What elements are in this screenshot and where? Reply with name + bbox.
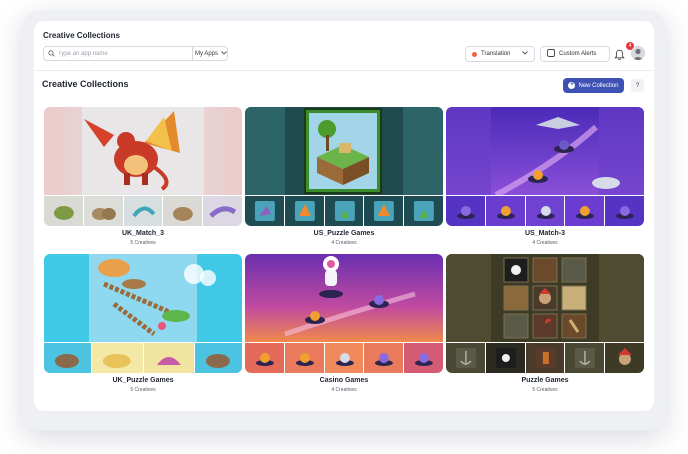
app-window: Creative Collections My Apps Translation (34, 21, 654, 411)
new-collection-button[interactable]: + New Collection (563, 78, 624, 93)
collection-count: 4 Creatives (532, 240, 558, 246)
creative-thumb[interactable] (525, 343, 565, 373)
dragon-artwork (44, 107, 242, 195)
translation-button[interactable]: Translation (465, 46, 535, 62)
collection-name: Casino Games (319, 377, 369, 384)
creative-strip (446, 196, 644, 226)
bridge-artwork (44, 254, 242, 342)
creative-thumb[interactable] (565, 343, 605, 373)
creative-thumb[interactable] (364, 196, 404, 226)
creative-thumb[interactable] (203, 196, 242, 226)
search-input[interactable] (58, 48, 176, 59)
my-apps-label: My Apps (194, 50, 218, 57)
space-artwork (446, 107, 644, 195)
collection-thumbnail[interactable] (245, 107, 443, 226)
search-icon (44, 47, 58, 60)
creative-thumb[interactable] (565, 196, 605, 226)
translation-label: Translation (481, 51, 511, 57)
creative-strip (44, 343, 242, 373)
avatar[interactable] (631, 46, 645, 60)
collection-name: Puzzle Games (521, 377, 569, 384)
creative-strip (44, 196, 242, 226)
creative-thumb[interactable] (91, 343, 143, 373)
creative-strip (245, 196, 443, 226)
collection-name: US_Puzzle Games (313, 230, 375, 237)
custom-alerts-label: Custom Alerts (559, 51, 597, 57)
collection-name: UK_Puzzle Games (112, 377, 174, 384)
alert-box-icon (547, 49, 555, 59)
collection-name: US_Match-3 (524, 230, 566, 237)
collection-thumbnail[interactable] (44, 107, 242, 226)
collection-thumbnail[interactable] (44, 254, 242, 373)
creative-thumb[interactable] (446, 343, 485, 373)
collection-thumbnail[interactable] (245, 254, 443, 373)
creative-thumb[interactable] (163, 196, 203, 226)
new-collection-label: New Collection (578, 82, 619, 89)
creative-thumb[interactable] (123, 196, 163, 226)
collection-card[interactable]: Casino Games 4 Creatives (245, 254, 443, 393)
collection-count: 5 Creatives (130, 240, 156, 246)
collection-thumbnail[interactable] (446, 254, 644, 373)
collection-card[interactable]: US_Puzzle Games 4 Creatives (245, 107, 443, 246)
collection-count: 4 Creatives (331, 387, 357, 393)
pirate-artwork (446, 254, 644, 342)
creative-thumb[interactable] (245, 196, 284, 226)
creative-thumb[interactable] (485, 343, 525, 373)
collection-card[interactable]: Puzzle Games 5 Creatives (446, 254, 644, 393)
collection-card[interactable]: UK_Puzzle Games 5 Creatives (44, 254, 242, 393)
casino-artwork (245, 254, 443, 342)
translation-status-dot (472, 51, 477, 57)
plus-icon: + (568, 82, 576, 89)
collection-card[interactable]: UK_Match_3 5 Creatives (44, 107, 242, 246)
my-apps-select[interactable]: My Apps (192, 47, 229, 60)
collection-count: 4 Creatives (331, 240, 357, 246)
collection-count: 5 Creatives (532, 387, 558, 393)
creative-thumb[interactable] (605, 196, 644, 226)
creative-strip (245, 343, 443, 373)
search-box[interactable]: My Apps (43, 46, 228, 61)
creative-thumb[interactable] (245, 343, 284, 373)
creative-thumb[interactable] (143, 343, 195, 373)
creative-thumb[interactable] (364, 343, 404, 373)
app-title: Creative Collections (43, 31, 120, 40)
top-bar: Creative Collections My Apps Translation (34, 21, 654, 71)
creative-thumb[interactable] (324, 343, 364, 373)
page-title: Creative Collections (42, 79, 129, 89)
collection-card[interactable]: US_Match-3 4 Creatives (446, 107, 644, 246)
creative-thumb[interactable] (485, 196, 525, 226)
creative-thumb[interactable] (404, 343, 443, 373)
creative-thumb[interactable] (324, 196, 364, 226)
chevron-down-icon (221, 50, 227, 57)
creative-thumb[interactable] (284, 196, 324, 226)
creative-thumb[interactable] (446, 196, 485, 226)
collection-name: UK_Match_3 (121, 230, 164, 237)
chevron-down-icon (522, 51, 528, 57)
help-button[interactable]: ? (631, 79, 644, 92)
creative-thumb[interactable] (284, 343, 324, 373)
creative-thumb[interactable] (44, 196, 83, 226)
creative-thumb[interactable] (44, 343, 91, 373)
creative-thumb[interactable] (195, 343, 242, 373)
creative-strip (446, 343, 644, 373)
creative-thumb[interactable] (83, 196, 123, 226)
collection-thumbnail[interactable] (446, 107, 644, 226)
island-artwork (245, 107, 443, 195)
bell-icon[interactable] (614, 48, 625, 60)
collection-count: 5 Creatives (130, 387, 156, 393)
creative-thumb[interactable] (404, 196, 443, 226)
creative-thumb[interactable] (605, 343, 644, 373)
custom-alerts-button[interactable]: Custom Alerts (540, 46, 610, 62)
creative-thumb[interactable] (525, 196, 565, 226)
